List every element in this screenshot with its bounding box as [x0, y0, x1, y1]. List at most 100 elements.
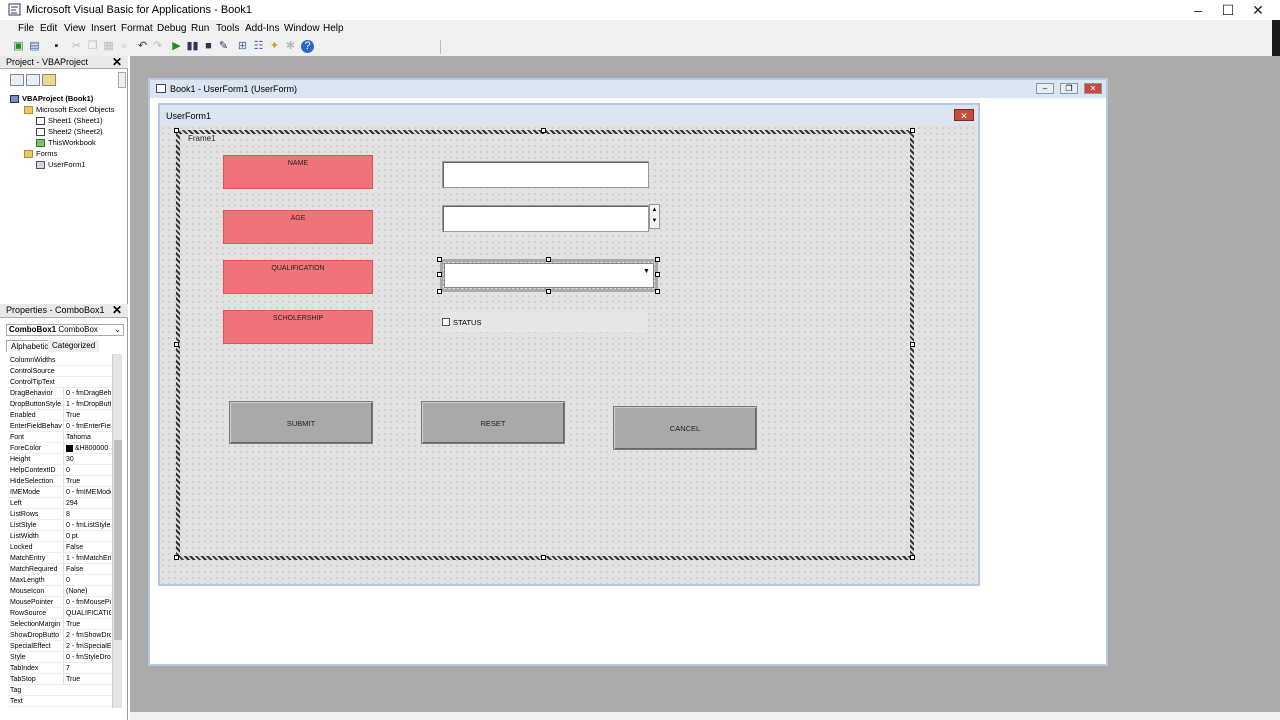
property-value[interactable]: 0	[63, 465, 111, 475]
save-icon[interactable]: ▪	[50, 40, 63, 53]
property-value[interactable]: 8	[63, 509, 111, 519]
property-row[interactable]: TabIndex 7	[8, 663, 112, 674]
project-explorer-close-icon[interactable]: ✕	[111, 56, 123, 68]
submit-button[interactable]: SUBMIT	[229, 401, 373, 444]
property-value[interactable]: &H800000	[63, 443, 111, 453]
property-value[interactable]: 0 - fmListStyle	[63, 520, 111, 530]
property-value[interactable]: False	[63, 564, 111, 574]
property-row[interactable]: Left 294	[8, 498, 112, 509]
property-row[interactable]: ListRows 8	[8, 509, 112, 520]
menu-debug[interactable]: Debug	[157, 23, 186, 34]
frame-resize-handle[interactable]	[910, 342, 915, 347]
maximize-button[interactable]: ☐	[1212, 0, 1244, 20]
property-value[interactable]: True	[63, 619, 111, 629]
property-row[interactable]: MousePointer 0 - fmMousePo	[8, 597, 112, 608]
property-row[interactable]: ListStyle 0 - fmListStyle	[8, 520, 112, 531]
property-row[interactable]: IMEMode 0 - fmIMEMode	[8, 487, 112, 498]
property-row[interactable]: MatchRequired False	[8, 564, 112, 575]
menu-add-ins[interactable]: Add-Ins	[245, 23, 279, 34]
insert-userform-icon[interactable]: ▤	[28, 40, 41, 53]
frame-resize-handle[interactable]	[910, 555, 915, 560]
minimize-button[interactable]: –	[1182, 0, 1214, 20]
combo-resize-handle[interactable]	[546, 257, 551, 262]
tree-sheet1[interactable]: Sheet1 (Sheet1)	[36, 116, 103, 126]
spin-up-icon[interactable]: ▲	[650, 205, 659, 216]
property-value[interactable]: 0 - fmIMEMode	[63, 487, 111, 497]
tree-userform1[interactable]: UserForm1	[36, 160, 86, 170]
menu-view[interactable]: View	[64, 23, 86, 34]
property-value[interactable]: 0 - fmMousePo	[63, 597, 111, 607]
reset-icon[interactable]: ■	[202, 40, 215, 53]
property-value[interactable]: False	[63, 542, 111, 552]
cancel-button[interactable]: CANCEL	[613, 406, 757, 450]
run-icon[interactable]: ▶	[170, 40, 183, 53]
view-code-icon[interactable]	[10, 74, 24, 86]
property-row[interactable]: HelpContextID 0	[8, 465, 112, 476]
property-value[interactable]: 2 - fmShowDro	[63, 630, 111, 640]
break-icon[interactable]: ▮▮	[186, 40, 199, 53]
frame-resize-handle[interactable]	[174, 555, 179, 560]
combo-resize-handle[interactable]	[437, 289, 442, 294]
property-row[interactable]: Style 0 - fmStyleDro	[8, 652, 112, 663]
property-row[interactable]: Tag	[8, 685, 112, 696]
property-value[interactable]: 1 - fmDropButt	[63, 399, 111, 409]
property-row[interactable]: DropButtonStyle 1 - fmDropButt	[8, 399, 112, 410]
view-object-icon[interactable]	[26, 74, 40, 86]
combo-resize-handle[interactable]	[437, 257, 442, 262]
combo-resize-handle[interactable]	[546, 289, 551, 294]
property-value[interactable]: True	[63, 410, 111, 420]
property-value[interactable]: 30	[63, 454, 111, 464]
property-row[interactable]: ForeColor &H800000	[8, 443, 112, 454]
menu-tools[interactable]: Tools	[216, 23, 239, 34]
project-scrollbar[interactable]	[118, 72, 126, 88]
property-value[interactable]: 1 - fmMatchEn	[63, 553, 111, 563]
close-button[interactable]: ✕	[1242, 0, 1274, 20]
undo-icon[interactable]: ↶	[136, 40, 149, 53]
property-row[interactable]: ControlTipText	[8, 377, 112, 388]
menu-file[interactable]: File	[18, 23, 34, 34]
properties-scrollbar[interactable]	[112, 354, 122, 708]
combo-resize-handle[interactable]	[655, 257, 660, 262]
property-row[interactable]: ShowDropButto 2 - fmShowDro	[8, 630, 112, 641]
property-row[interactable]: Font Tahoma	[8, 432, 112, 443]
dropdown-arrow-icon[interactable]: ▼	[643, 268, 650, 275]
spin-down-icon[interactable]: ▼	[650, 216, 659, 227]
property-row[interactable]: SpecialEffect 2 - fmSpecialE	[8, 641, 112, 652]
property-value[interactable]: 0 - fmEnterFiel	[63, 421, 111, 431]
property-row[interactable]: ColumnWidths	[8, 355, 112, 366]
property-row[interactable]: HideSelection True	[8, 476, 112, 487]
menu-window[interactable]: Window	[284, 23, 320, 34]
designer-close-button[interactable]: ✕	[1084, 83, 1102, 94]
properties-window-icon[interactable]: ☷	[252, 40, 265, 53]
help-icon[interactable]: ?	[301, 40, 314, 53]
property-value[interactable]: 0 pt	[63, 531, 111, 541]
tree-forms[interactable]: Forms	[24, 149, 57, 159]
project-explorer-icon[interactable]: ⊞	[236, 40, 249, 53]
property-row[interactable]: Locked False	[8, 542, 112, 553]
combo-resize-handle[interactable]	[655, 272, 660, 277]
property-row[interactable]: SelectionMargin True	[8, 619, 112, 630]
property-value[interactable]: QUALIFICATIO	[63, 608, 111, 618]
property-row[interactable]: Height 30	[8, 454, 112, 465]
property-value[interactable]: 2 - fmSpecialE	[63, 641, 111, 651]
combo-resize-handle[interactable]	[655, 289, 660, 294]
design-mode-icon[interactable]: ✎	[217, 40, 230, 53]
property-row[interactable]: RowSource QUALIFICATIO	[8, 608, 112, 619]
reset-button[interactable]: RESET	[421, 401, 565, 444]
property-row[interactable]: DragBehavior 0 - fmDragBeh	[8, 388, 112, 399]
frame-resize-handle[interactable]	[541, 128, 546, 133]
age-spin-button[interactable]: ▲ ▼	[649, 204, 660, 229]
userform-close-button[interactable]: ✕	[954, 109, 974, 121]
property-row[interactable]: ListWidth 0 pt	[8, 531, 112, 542]
property-value[interactable]: (None)	[63, 586, 111, 596]
menu-insert[interactable]: Insert	[91, 23, 116, 34]
tree-sheet2[interactable]: Sheet2 (Sheet2)	[36, 127, 103, 137]
property-value[interactable]: 0 - fmStyleDro	[63, 652, 111, 662]
tree-excel-objects[interactable]: Microsoft Excel Objects	[24, 105, 114, 115]
property-row[interactable]: Text	[8, 696, 112, 707]
property-row[interactable]: MatchEntry 1 - fmMatchEn	[8, 553, 112, 564]
qualification-combobox[interactable]	[444, 263, 654, 288]
copy-icon[interactable]: ❐	[86, 40, 99, 53]
excel-view-icon[interactable]: ▣	[12, 40, 25, 53]
cut-icon[interactable]: ✂	[70, 40, 83, 53]
